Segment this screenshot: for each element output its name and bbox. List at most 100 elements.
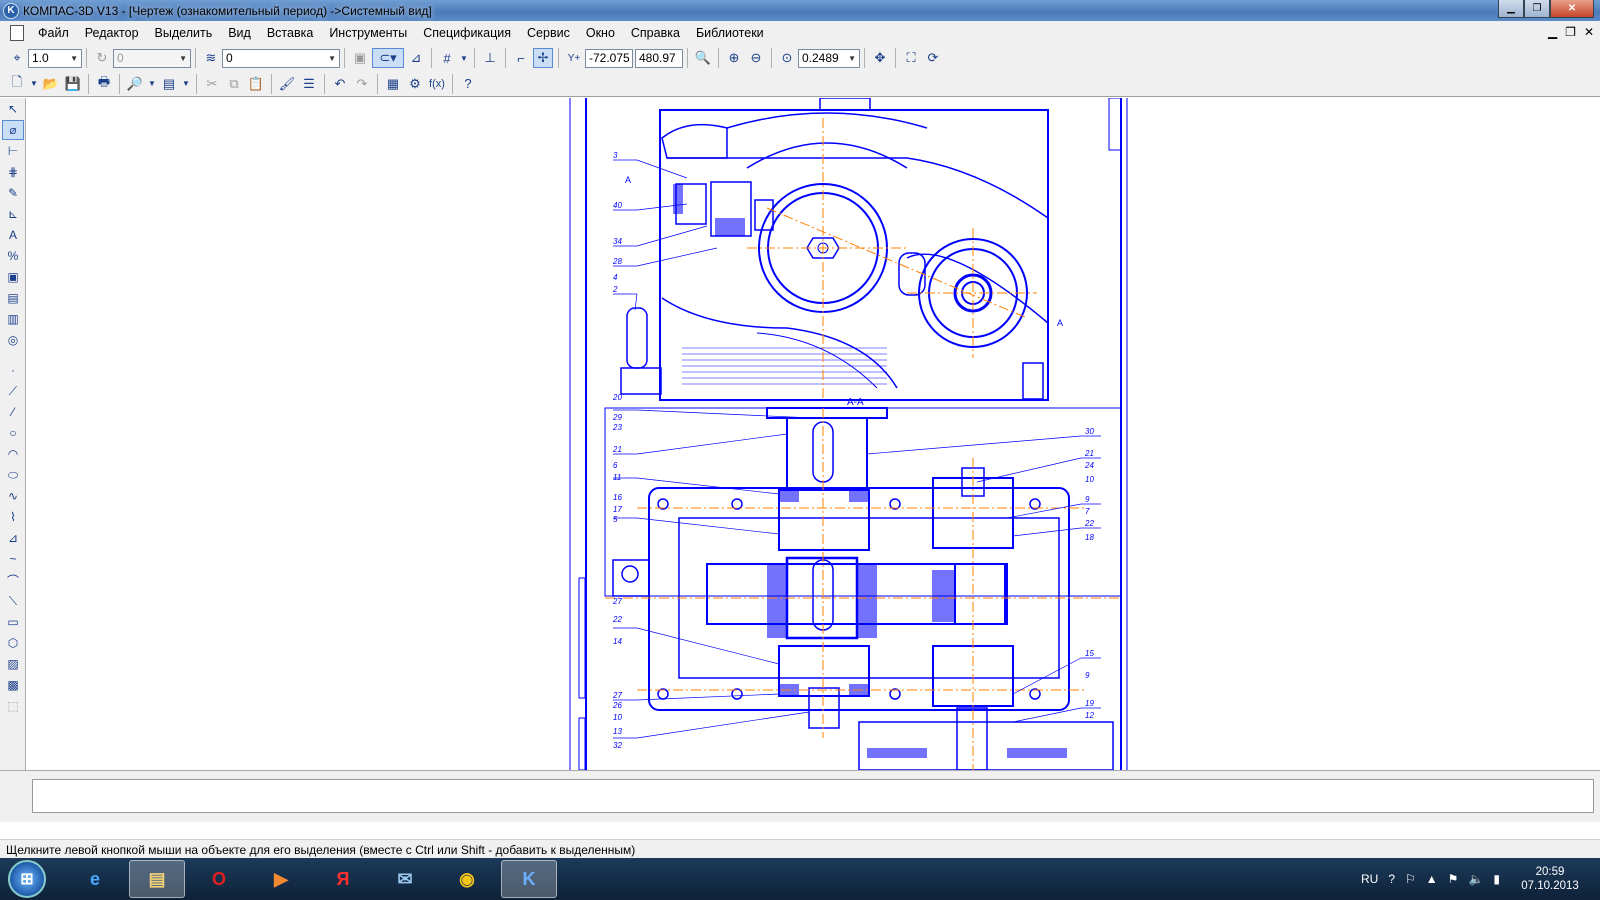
volume-icon[interactable]: 🔈 [1468,872,1483,886]
chevron-down-icon[interactable]: ▼ [29,74,39,94]
measure-tool-icon[interactable]: A [2,225,24,245]
maximize-button[interactable]: ❐ [1524,0,1550,18]
property-panel-content[interactable] [32,779,1594,813]
tray-expand-icon[interactable]: ▲ [1426,872,1438,886]
circle-tool-icon[interactable]: ○ [2,423,24,443]
menu-service[interactable]: Сервис [519,26,578,40]
properties-icon[interactable]: ▣ [350,48,370,68]
zoom-out-icon[interactable]: ⊖ [746,48,766,68]
drawing-canvas[interactable]: А-А А А 3 40 34 28 4 2 20 29 23 21 6 11 … [27,98,1600,770]
language-indicator[interactable]: RU [1361,872,1378,886]
style-icon[interactable]: ↻ [92,48,112,68]
variables-icon[interactable]: ⚙ [405,74,425,94]
mail-icon[interactable]: ✉ [377,860,433,898]
fillet-tool-icon[interactable]: ⌒ [2,570,24,590]
local-snap-icon[interactable]: ⊿ [406,48,426,68]
magnet-snap-button[interactable]: ⊂▾ [372,48,404,68]
geometry-tool-icon[interactable]: ⌀ [2,120,24,140]
refresh-icon[interactable]: ⟳ [923,48,943,68]
menu-libraries[interactable]: Библиотеки [688,26,772,40]
ie-icon[interactable]: e [67,860,123,898]
coord-y-field[interactable]: 480.97 [635,48,683,68]
help-icon[interactable]: ? [1388,872,1395,886]
chevron-down-icon[interactable]: ▼ [181,74,191,94]
snap-icon[interactable]: ⌖ [7,48,27,68]
edit-tool-icon[interactable]: ✎ [2,183,24,203]
menu-insert[interactable]: Вставка [259,26,321,40]
reports-tool-icon[interactable]: ▥ [2,309,24,329]
menu-help[interactable]: Справка [623,26,688,40]
point-tool-icon[interactable]: · [2,360,24,380]
copy-icon[interactable]: ⧉ [224,74,244,94]
spec-tool-icon[interactable]: ▤ [2,288,24,308]
minimize-button[interactable]: ▁ [1498,0,1524,18]
menu-view[interactable]: Вид [220,26,259,40]
aux-line-tool-icon[interactable]: ⟋ [2,381,24,401]
menu-file[interactable]: Файл [30,26,77,40]
chevron-down-icon[interactable]: ▼ [147,74,157,94]
parametrization-icon[interactable]: ⊾ [2,204,24,224]
explorer-icon[interactable]: ▤ [129,860,185,898]
zoom-field[interactable]: 0.2489 ▼ [798,48,860,68]
chamfer-tool-icon[interactable]: ⊿ [2,528,24,548]
chevron-down-icon[interactable]: ▼ [179,54,187,63]
cut-icon[interactable]: ✂ [202,74,222,94]
show-all-icon[interactable]: ⛶ [901,48,921,68]
doc-close-button[interactable]: ✕ [1584,25,1594,39]
kompas-taskbar-icon[interactable]: K [501,860,557,898]
associative-views-icon[interactable]: ▣ [2,267,24,287]
insert-tool-icon[interactable]: ◎ [2,330,24,350]
segment-tool-icon[interactable]: ⁄ [2,402,24,422]
chevron-down-icon[interactable]: ▼ [459,48,469,68]
manager-icon[interactable]: ▤ [159,74,179,94]
opera-icon[interactable]: O [191,860,247,898]
menu-window[interactable]: Окно [578,26,623,40]
coord-x-field[interactable]: -72.075 [585,48,633,68]
grid-icon[interactable]: # [437,48,457,68]
round-icon[interactable]: ✢ [533,48,553,68]
preview-icon[interactable]: 🔎 [125,74,145,94]
hatch-tool-icon[interactable]: ▨ [2,654,24,674]
doc-minimize-button[interactable]: ▁ [1548,25,1557,39]
rectangle-tool-icon[interactable]: ▭ [2,612,24,632]
new-document-icon[interactable]: 🗋 [7,74,27,94]
layer-icon[interactable]: ≋ [201,48,221,68]
media-player-icon[interactable]: ▶ [253,860,309,898]
dimensions-tool-icon[interactable]: ⊢ [2,141,24,161]
select-tool-icon[interactable]: ↖ [2,99,24,119]
clock[interactable]: 20:59 07.10.2013 [1510,865,1590,893]
ellipse-tool-icon[interactable]: ⬭ [2,465,24,485]
symbols-tool-icon[interactable]: ⋕ [2,162,24,182]
paste-icon[interactable]: 📋 [246,74,266,94]
open-folder-icon[interactable]: 📂 [41,74,61,94]
arc-tool-icon[interactable]: ◠ [2,444,24,464]
fill-tool-icon[interactable]: ▩ [2,675,24,695]
menu-editor[interactable]: Редактор [77,26,147,40]
style-field[interactable]: 0 ▼ [113,48,191,68]
select-filter-icon[interactable]: % [2,246,24,266]
function-icon[interactable]: f(x) [427,74,447,94]
chevron-down-icon[interactable]: ▼ [70,54,78,63]
document-icon[interactable] [10,25,24,41]
yandex-icon[interactable]: Я [315,860,371,898]
menu-specification[interactable]: Спецификация [415,26,519,40]
help-pointer-icon[interactable]: ? [458,74,478,94]
chamfer2-tool-icon[interactable]: ⟍ [2,591,24,611]
ortho-icon[interactable]: ⌐ [511,48,531,68]
pan-icon[interactable]: ✥ [870,48,890,68]
zoom-window-icon[interactable]: 🔍 [693,48,713,68]
save-icon[interactable]: 💾 [63,74,83,94]
flag-icon[interactable]: ⚑ [1448,872,1459,886]
zoom-scale-icon[interactable]: ⊙ [777,48,797,68]
contour-tool-icon[interactable]: ⬡ [2,633,24,653]
layer-field[interactable]: 0 ▼ [222,48,340,68]
print-icon[interactable]: 🖶 [94,74,114,94]
format-brush-icon[interactable]: 🖌 [277,74,297,94]
outline-tool-icon[interactable]: ⬚ [2,696,24,716]
polyline-tool-icon[interactable]: ⌇ [2,507,24,527]
local-cs-icon[interactable]: ⊥ [480,48,500,68]
start-button[interactable]: ⊞ [8,860,46,898]
chrome-icon[interactable]: ◉ [439,860,495,898]
properties-list-icon[interactable]: ☰ [299,74,319,94]
menu-tools[interactable]: Инструменты [321,26,415,40]
